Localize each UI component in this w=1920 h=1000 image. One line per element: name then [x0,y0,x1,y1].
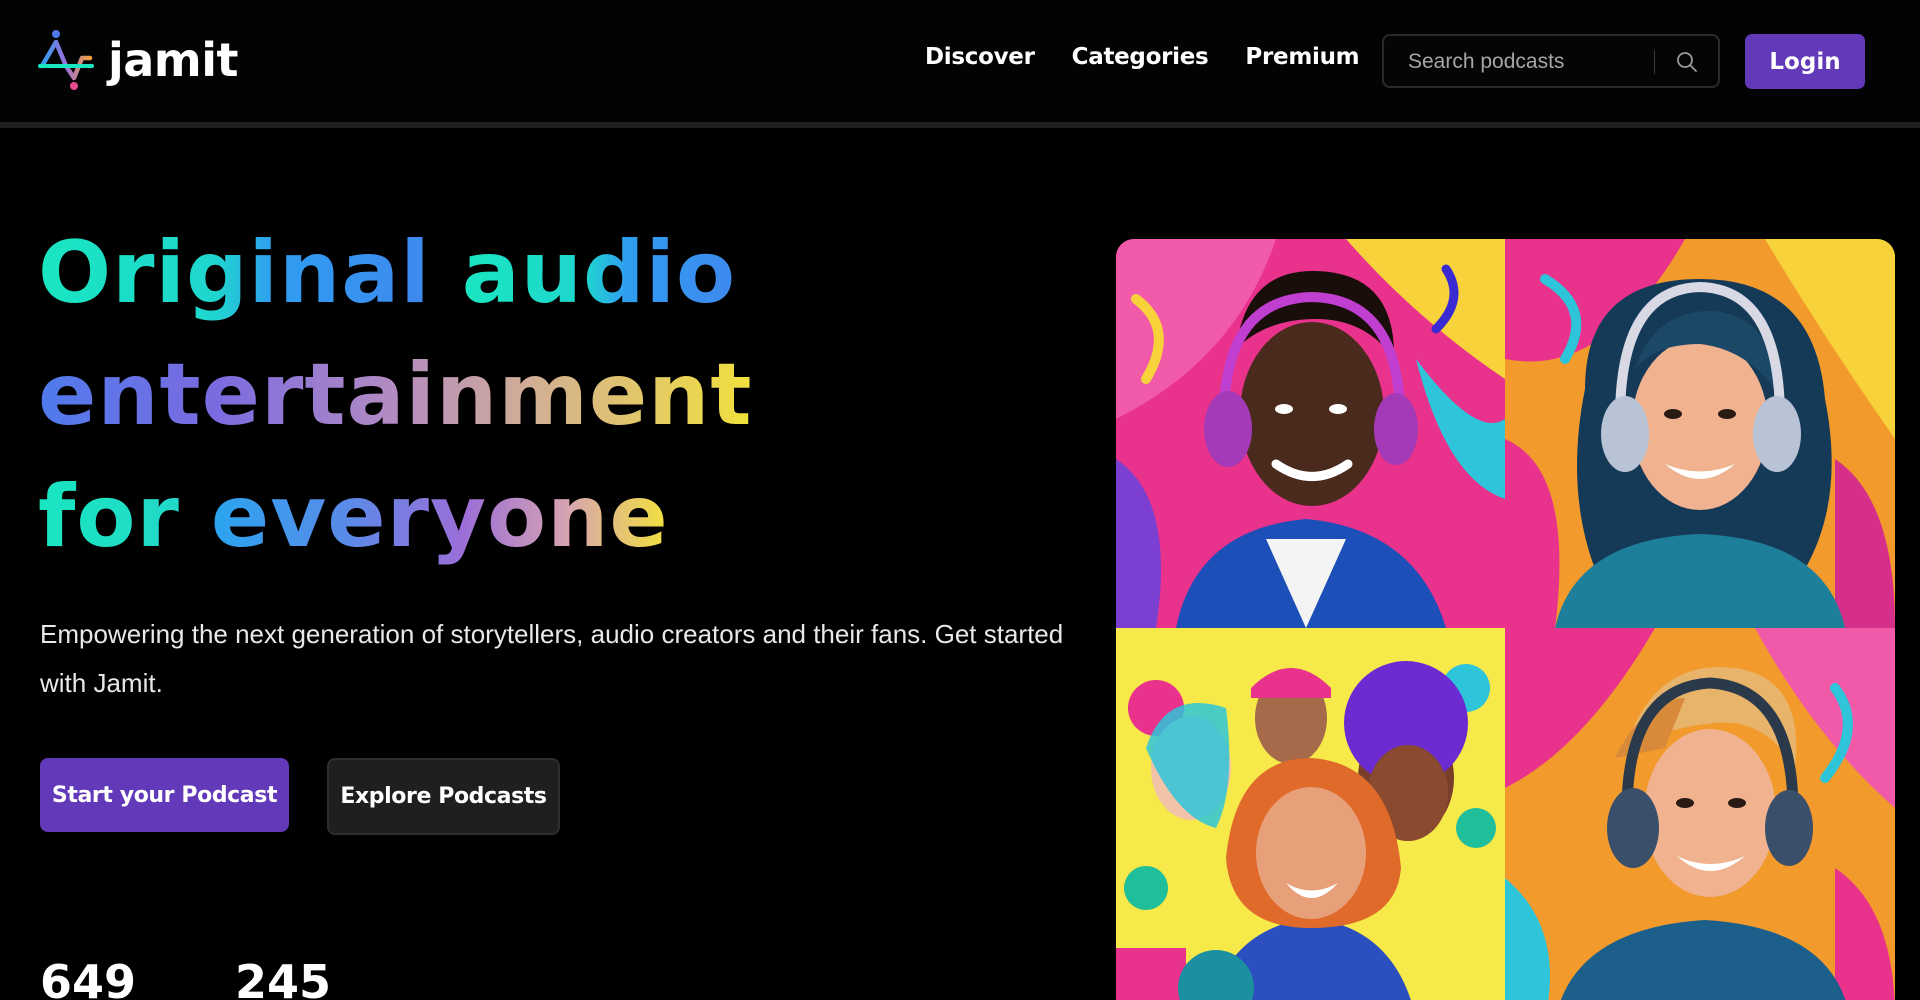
brand-logo[interactable]: jamit [38,28,239,92]
nav-premium[interactable]: Premium [1245,44,1359,70]
nav-discover[interactable]: Discover [925,44,1035,70]
search-icon [1677,52,1697,72]
nav-categories[interactable]: Categories [1072,44,1209,70]
header-divider [0,122,1920,128]
hero-description: Empowering the next generation of storyt… [40,619,1064,698]
start-podcast-button[interactable]: Start your Podcast [40,758,289,832]
hero-title-word: audio [461,223,737,323]
listener-portrait-2 [1505,239,1895,628]
hero-title-word: for [38,467,180,567]
listener-portrait-3 [1505,628,1895,1000]
hero-title-word: everyone [210,467,669,567]
search-box [1382,34,1720,88]
group-of-fans [1116,628,1505,1000]
login-button[interactable]: Login [1745,34,1865,89]
explore-podcasts-button[interactable]: Explore Podcasts [327,758,560,835]
main-nav: Discover Categories Premium [925,44,1360,70]
listener-portrait-1 [1116,239,1505,628]
jamit-waveform-logo-icon [38,30,94,90]
site-header: jamit Discover Categories Premium Login [0,0,1920,122]
hero-image-grid [1116,239,1895,1000]
search-button[interactable] [1670,46,1704,78]
hero-title-line-3: for everyone [38,456,753,578]
brand-name: jamit [108,33,239,87]
hero-title-word: Original [38,223,431,323]
hero-title: Original audio entertainment for everyon… [38,212,753,578]
hero-title-line-2: entertainment [38,334,753,456]
stat-value: 649 [40,955,137,1000]
search-input[interactable] [1408,46,1638,78]
stat-value: 245 [235,955,332,1000]
search-divider [1654,50,1655,74]
hero-title-line-1: Original audio [38,212,753,334]
